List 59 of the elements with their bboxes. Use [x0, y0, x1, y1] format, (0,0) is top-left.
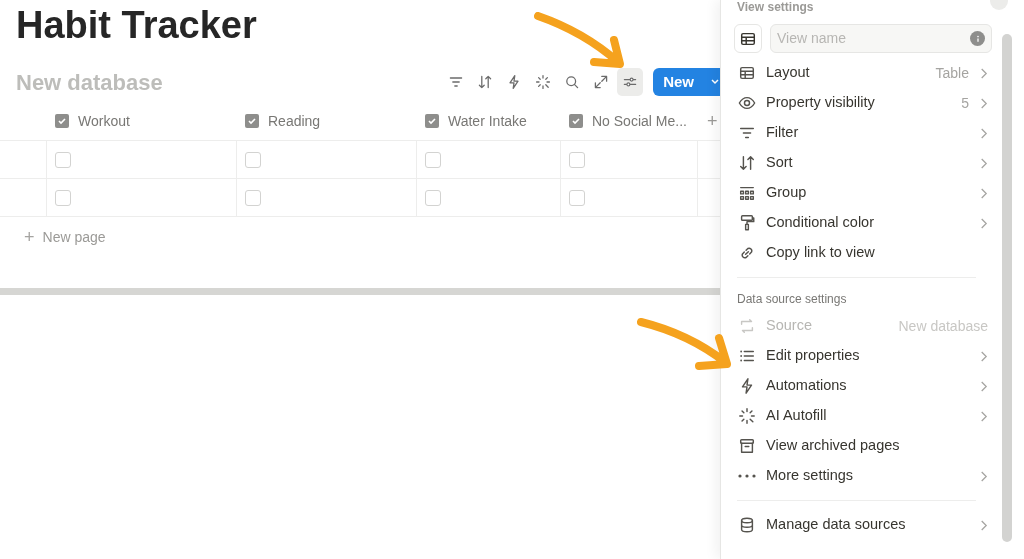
info-icon: [970, 31, 985, 46]
section-heading: Data source settings: [736, 291, 847, 308]
settings-button[interactable]: [617, 68, 644, 96]
more-icon: [738, 474, 756, 478]
grid-icon: [738, 184, 756, 202]
sparkle-icon: [738, 407, 756, 425]
column-header[interactable]: Reading: [268, 110, 321, 132]
menu-value: New database: [898, 316, 988, 336]
arrows-icon: [738, 317, 756, 335]
vertical-scrollbar[interactable]: [1002, 34, 1012, 542]
column-header[interactable]: No Social Me...: [592, 110, 687, 132]
checkbox-property-icon: [425, 114, 439, 128]
checkbox[interactable]: [425, 151, 441, 168]
view-icon-button[interactable]: [734, 24, 762, 53]
sparkle-icon: [535, 74, 552, 90]
menu-item[interactable]: Filter: [721, 118, 992, 148]
filter-icon: [448, 74, 465, 90]
search-icon: [564, 74, 581, 90]
horizontal-scrollbar[interactable]: [0, 288, 720, 295]
menu-item[interactable]: Copy link to view: [721, 238, 992, 268]
sort-icon: [738, 154, 756, 172]
menu-item[interactable]: Sort: [721, 148, 992, 178]
placeholder-text: View name: [777, 29, 846, 48]
checkbox[interactable]: [569, 189, 585, 206]
menu-item[interactable]: Edit properties: [721, 341, 992, 371]
checkbox[interactable]: [55, 151, 71, 168]
paint-roller-icon: [738, 214, 756, 232]
menu-item[interactable]: AI Autofill: [721, 401, 992, 431]
sort-icon: [477, 74, 494, 90]
menu-value: Table: [935, 63, 969, 83]
checkbox-property-icon: [245, 114, 259, 128]
checkbox[interactable]: [245, 151, 261, 168]
expand-icon: [593, 74, 610, 90]
menu-item[interactable]: Conditional color: [721, 208, 992, 238]
new-button[interactable]: New: [653, 68, 720, 96]
menu-item: Source New database: [721, 311, 992, 341]
menu-item[interactable]: Property visibility 5: [721, 88, 992, 118]
menu-item[interactable]: Layout Table: [721, 58, 992, 88]
checkbox[interactable]: [55, 189, 71, 206]
checkbox-property-icon: [55, 114, 69, 128]
archive-icon: [738, 437, 756, 455]
menu-item[interactable]: More settings: [721, 461, 992, 491]
table-icon: [738, 64, 756, 82]
menu-item[interactable]: Group: [721, 178, 992, 208]
checkbox[interactable]: [569, 151, 585, 168]
plus-icon: +: [24, 224, 35, 251]
checkbox-property-icon: [569, 114, 583, 128]
column-header[interactable]: Workout: [78, 110, 130, 132]
menu-value: 5: [961, 93, 969, 113]
database-icon: [738, 516, 756, 534]
menu-item[interactable]: Automations: [721, 371, 992, 401]
checkbox[interactable]: [425, 189, 441, 206]
menu-item[interactable]: View archived pages: [721, 431, 992, 461]
panel-title: View settings: [737, 0, 814, 14]
menu-item[interactable]: Manage data sources: [721, 510, 992, 540]
column-header[interactable]: Water Intake: [448, 110, 527, 132]
checkbox[interactable]: [245, 189, 261, 206]
eye-icon: [738, 94, 756, 112]
page-title: Habit Tracker: [15, 3, 257, 48]
